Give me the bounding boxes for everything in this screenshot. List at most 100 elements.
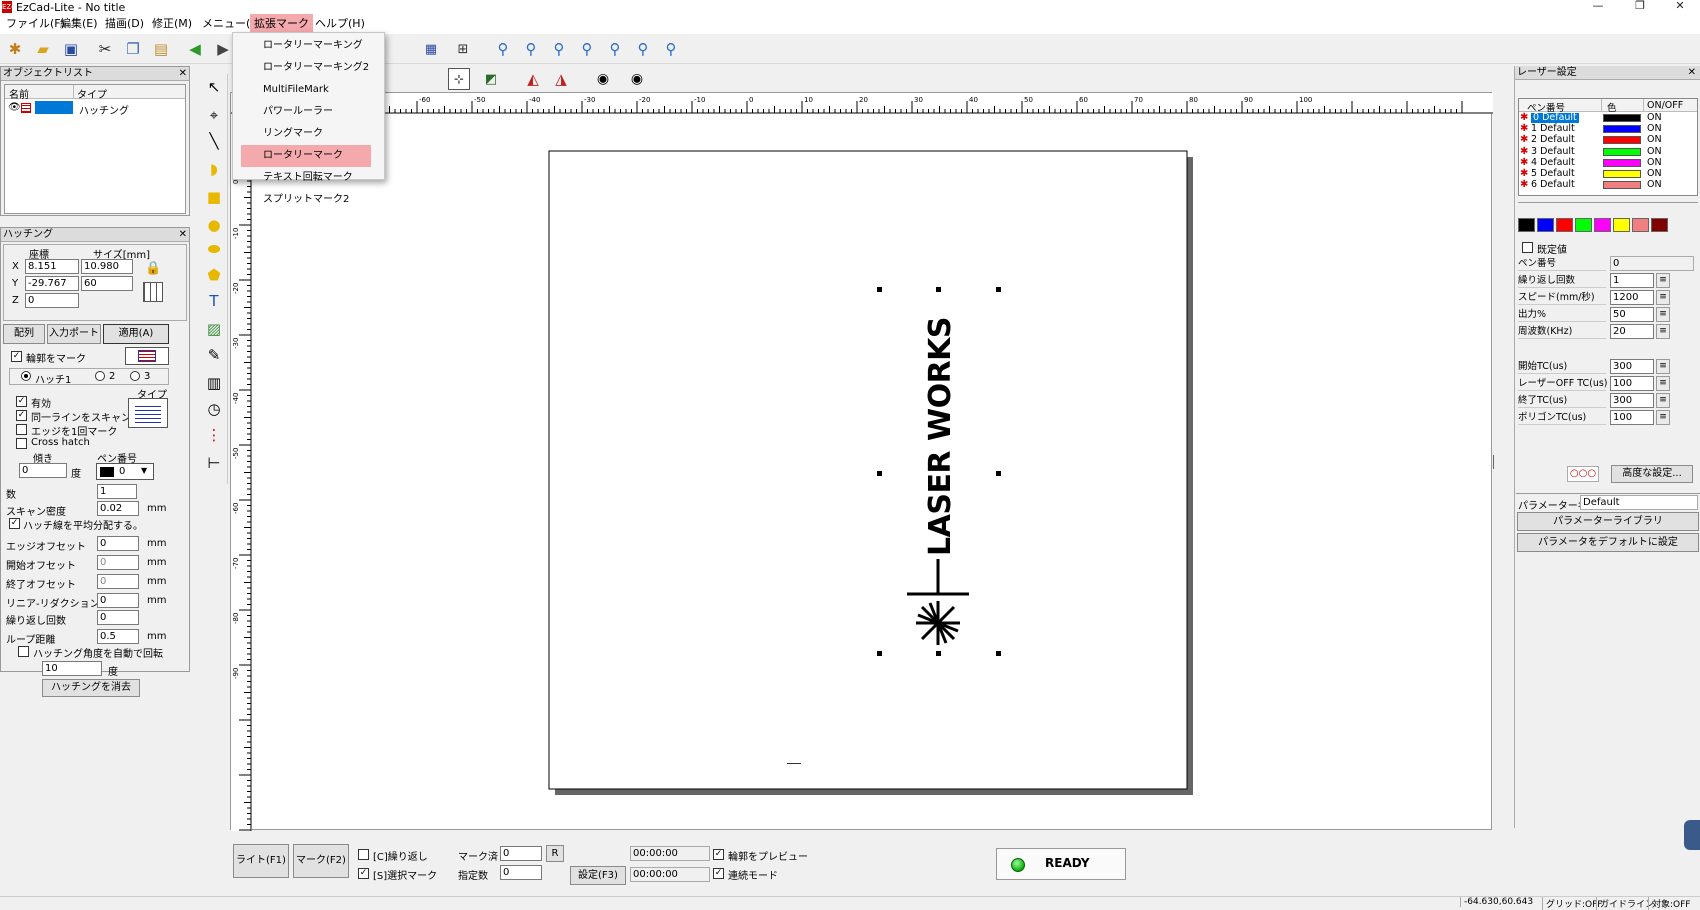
ellipse-icon[interactable]: ⬬: [203, 238, 225, 260]
pen-row[interactable]: ✱ 5 Default ON: [1519, 169, 1669, 180]
laser-works-text[interactable]: LASER WORKS: [921, 317, 961, 556]
even-distribute-checkbox[interactable]: ✓: [9, 518, 20, 529]
edge-offset-input[interactable]: 0: [97, 536, 139, 551]
splitter-handle[interactable]: [787, 763, 801, 767]
spinner-icon[interactable]: ≡: [1656, 290, 1670, 305]
linear-reduction-input[interactable]: 0: [97, 593, 139, 608]
angle-input[interactable]: 0: [19, 463, 67, 478]
pen-on-state[interactable]: ON: [1647, 169, 1662, 179]
select-arrow-icon[interactable]: ↖: [203, 76, 225, 98]
palette-swatch[interactable]: [1632, 218, 1649, 232]
z-input[interactable]: 0: [25, 293, 79, 308]
palette-swatch[interactable]: [1537, 218, 1554, 232]
palette-swatch[interactable]: [1518, 218, 1535, 232]
guideline-status[interactable]: ガイドライン: [1596, 897, 1654, 910]
menu-item-split-mark2[interactable]: スプリットマーク2: [241, 189, 371, 209]
param-library-button[interactable]: パラメーターライブラリ: [1517, 512, 1699, 531]
loop-distance-input[interactable]: 0.5: [97, 629, 139, 644]
repeat-count-input[interactable]: 0: [97, 610, 139, 625]
zoom-icon[interactable]: ⚲: [492, 38, 514, 60]
menu-item-rotary-marking2[interactable]: ロータリーマーキング2: [241, 57, 371, 79]
preview-eye-icon[interactable]: ◉: [592, 68, 614, 90]
menu-item-rotary-mark[interactable]: ロータリーマーク: [241, 145, 371, 167]
pen-on-state[interactable]: ON: [1647, 157, 1662, 168]
column-type[interactable]: タイプ: [77, 86, 107, 101]
zoom-in-icon[interactable]: ⚲: [520, 38, 542, 60]
menu-modify[interactable]: 修正(M): [148, 14, 196, 34]
auto-rotate-checkbox[interactable]: [18, 646, 29, 657]
y-input[interactable]: -29.767: [25, 276, 79, 291]
close-icon[interactable]: ✕: [179, 228, 187, 242]
zoom-selection-icon[interactable]: ⚲: [632, 38, 654, 60]
grid-position-icon[interactable]: [143, 282, 163, 302]
minimize-button[interactable]: —: [1578, 0, 1618, 14]
palette-swatch[interactable]: [1575, 218, 1592, 232]
menu-draw[interactable]: 描画(D): [101, 14, 148, 34]
specified-count-input[interactable]: 0: [500, 865, 542, 880]
io-signal-icon[interactable]: ⋮: [203, 424, 225, 446]
zoom-fit-icon[interactable]: ⚲: [604, 38, 626, 60]
maximize-button[interactable]: ❐: [1620, 0, 1660, 14]
select-mark-checkbox[interactable]: ✓: [358, 868, 369, 879]
palette-swatch[interactable]: [1556, 218, 1573, 232]
grid-status[interactable]: グリッド:OFF: [1542, 897, 1602, 910]
outline-setting-button[interactable]: [125, 347, 169, 365]
close-icon[interactable]: ✕: [1688, 66, 1696, 80]
undo-icon[interactable]: ◀: [184, 38, 206, 60]
table-row[interactable]: 👁 ハッチング: [5, 100, 185, 117]
repeat-checkbox[interactable]: [358, 849, 369, 860]
text-icon[interactable]: T: [203, 290, 225, 312]
pen-row[interactable]: ✱ 1 Default ON: [1519, 124, 1669, 135]
input-port-icon[interactable]: ⊢: [203, 452, 225, 474]
continuous-mode-checkbox[interactable]: ✓: [713, 868, 724, 879]
laser-field-input[interactable]: 50: [1610, 307, 1654, 322]
panel-splitter[interactable]: [1493, 455, 1496, 469]
set-default-params-button[interactable]: パラメータをデフォルトに設定: [1517, 533, 1699, 552]
vector-file-icon[interactable]: ✎: [203, 344, 225, 366]
clear-hatch-button[interactable]: ハッチングを消去: [42, 679, 140, 697]
param-name-field[interactable]: Default: [1580, 495, 1698, 510]
reset-count-button[interactable]: R: [546, 845, 564, 862]
preview-eye2-icon[interactable]: ◉: [626, 68, 648, 90]
width-input[interactable]: 10.980: [81, 259, 133, 274]
scan-density-input[interactable]: 0.02: [97, 501, 139, 516]
object-name-cell[interactable]: [35, 101, 73, 114]
import-button[interactable]: 入力ポート: [47, 324, 101, 344]
copy-icon[interactable]: ❐: [122, 38, 144, 60]
hatch2-radio[interactable]: [95, 371, 105, 381]
laser-field-input[interactable]: 100: [1610, 376, 1654, 391]
zoom-out-icon[interactable]: ⚲: [576, 38, 598, 60]
column-onoff[interactable]: ON/OFF: [1647, 100, 1683, 111]
mirror-vertical-icon[interactable]: ◮: [550, 68, 572, 90]
hatch3-radio[interactable]: [130, 371, 140, 381]
laser-field-input[interactable]: 300: [1610, 359, 1654, 374]
pen-on-state[interactable]: ON: [1647, 180, 1662, 190]
apply-button[interactable]: 適用(A): [103, 324, 169, 344]
visibility-eye-icon[interactable]: 👁: [8, 102, 21, 113]
line-icon[interactable]: ╲: [203, 130, 225, 152]
redo-icon[interactable]: ▶: [212, 38, 234, 60]
mirror-horizontal-icon[interactable]: ◭: [522, 68, 544, 90]
edge-once-checkbox[interactable]: [16, 424, 27, 435]
curve-icon[interactable]: ◗: [203, 158, 225, 180]
outline-mark-checkbox[interactable]: ✓: [11, 351, 22, 362]
zoom-plus-icon[interactable]: ⚲: [548, 38, 570, 60]
align-color-icon[interactable]: ◩: [480, 68, 502, 90]
pen-on-state[interactable]: ON: [1647, 146, 1662, 157]
layer-list-icon[interactable]: ▦: [420, 38, 442, 60]
enable-checkbox[interactable]: ✓: [16, 396, 27, 407]
new-file-icon[interactable]: ✱: [4, 38, 26, 60]
preview-outline-checkbox[interactable]: ✓: [713, 849, 724, 860]
laser-field-input[interactable]: 1: [1610, 273, 1654, 288]
image-icon[interactable]: ▨: [203, 318, 225, 340]
count-input[interactable]: 1: [97, 484, 137, 499]
chain-link-icon[interactable]: ○○○: [1567, 466, 1599, 482]
circle-icon[interactable]: ●: [203, 214, 225, 236]
cross-hatch-checkbox[interactable]: [16, 438, 27, 449]
column-color[interactable]: 色: [1607, 100, 1617, 114]
polygon-icon[interactable]: ⬟: [203, 264, 225, 286]
menu-item-multifilemark[interactable]: MultiFileMark: [241, 79, 371, 101]
menu-help[interactable]: ヘルプ(H): [311, 14, 369, 34]
pen-row[interactable]: ✱ 0 Default ON: [1519, 113, 1669, 124]
laser-field-input[interactable]: 20: [1610, 324, 1654, 339]
